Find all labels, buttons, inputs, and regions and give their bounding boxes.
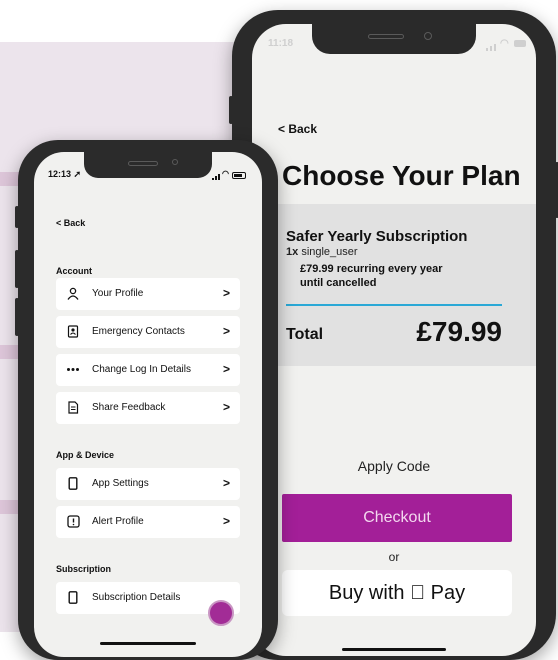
person-icon	[66, 287, 80, 301]
menu-item-change-log-in-details[interactable]: Change Log In Details >	[56, 354, 240, 386]
side-button	[15, 206, 19, 228]
apple-pay-button[interactable]: Buy with  Pay	[282, 570, 512, 616]
total-label: Total	[286, 326, 324, 343]
menu-item-label: Share Feedback	[92, 402, 166, 413]
document-icon	[66, 401, 80, 415]
wifi-icon: ◠	[222, 169, 229, 178]
menu-item-label: Your Profile	[92, 288, 144, 299]
menu-item-emergency-contacts[interactable]: Emergency Contacts >	[56, 316, 240, 348]
side-button	[15, 250, 19, 288]
back-button[interactable]: < Back	[278, 122, 317, 136]
signal-icon	[212, 174, 220, 180]
menu-item-your-profile[interactable]: Your Profile >	[56, 278, 240, 310]
section-heading-subscription: Subscription	[56, 564, 112, 574]
checkout-button[interactable]: Checkout	[282, 494, 512, 542]
menu-item-label: Emergency Contacts	[92, 326, 185, 337]
chevron-right-icon: >	[222, 286, 230, 300]
plan-code: single_user	[301, 246, 358, 258]
or-separator: or	[388, 550, 400, 564]
touch-indicator	[208, 600, 234, 626]
back-button[interactable]: < Back	[56, 218, 85, 228]
apple-pay-label: Buy with  Pay	[328, 582, 465, 604]
side-button	[15, 298, 19, 336]
menu-item-label: Alert Profile	[92, 516, 144, 527]
menu-item-label: App Settings	[92, 478, 149, 489]
menu-item-label: Subscription Details	[92, 592, 181, 603]
battery-icon	[514, 40, 526, 47]
status-time: 11:18	[268, 38, 294, 49]
chevron-right-icon: >	[222, 400, 230, 414]
speaker-grille	[128, 161, 158, 166]
price-line: until cancelled	[300, 277, 377, 289]
subscription-quantity: 1x single_user	[286, 246, 358, 258]
section-heading-app-device: App & Device	[56, 450, 115, 460]
menu-item-label: Change Log In Details	[92, 364, 191, 375]
page-title: Choose Your Plan	[282, 160, 521, 191]
side-button	[229, 96, 233, 124]
menu-item-app-settings[interactable]: App Settings >	[56, 468, 240, 500]
price-line: £79.99 recurring every year	[300, 263, 443, 275]
menu-item-alert-profile[interactable]: Alert Profile >	[56, 506, 240, 538]
phone-icon	[66, 477, 80, 491]
home-indicator[interactable]	[342, 648, 446, 651]
menu-item-share-feedback[interactable]: Share Feedback >	[56, 392, 240, 424]
contacts-book-icon	[66, 325, 80, 339]
chevron-right-icon: >	[222, 324, 230, 338]
speaker-grille	[368, 34, 404, 39]
camera-icon	[172, 159, 178, 165]
password-dots-icon	[66, 363, 80, 377]
camera-icon	[424, 32, 432, 40]
apply-code-link[interactable]: Apply Code	[252, 458, 536, 474]
battery-icon	[232, 172, 246, 179]
notch	[84, 152, 212, 178]
total-value: £79.99	[416, 316, 502, 347]
chevron-right-icon: >	[222, 362, 230, 376]
section-heading-account: Account	[56, 266, 92, 276]
subscription-summary-card: Safer Yearly Subscription 1x single_user…	[252, 204, 536, 366]
chevron-right-icon: >	[222, 476, 230, 490]
chevron-right-icon: >	[222, 514, 230, 528]
phone-icon	[66, 591, 80, 605]
subscription-name: Safer Yearly Subscription	[286, 228, 468, 245]
right-phone: 11:18 ◠ < Back Choose Your Plan Safer Ye…	[229, 10, 558, 660]
settings-screen: 12:13 ➚ ◠ < Back Account Your Profile > …	[34, 152, 262, 657]
subscription-price: £79.99 recurring every year until cancel…	[300, 262, 480, 290]
checkout-screen: 11:18 ◠ < Back Choose Your Plan Safer Ye…	[252, 24, 536, 656]
quantity-value: 1x	[286, 246, 299, 258]
left-phone: 12:13 ➚ ◠ < Back Account Your Profile > …	[15, 140, 278, 660]
notch	[312, 24, 476, 54]
alert-icon	[66, 515, 80, 529]
divider	[286, 304, 502, 306]
wifi-icon: ◠	[500, 38, 509, 49]
home-indicator[interactable]	[100, 642, 196, 645]
signal-icon	[486, 44, 496, 51]
status-time: 12:13 ➚	[48, 169, 82, 179]
